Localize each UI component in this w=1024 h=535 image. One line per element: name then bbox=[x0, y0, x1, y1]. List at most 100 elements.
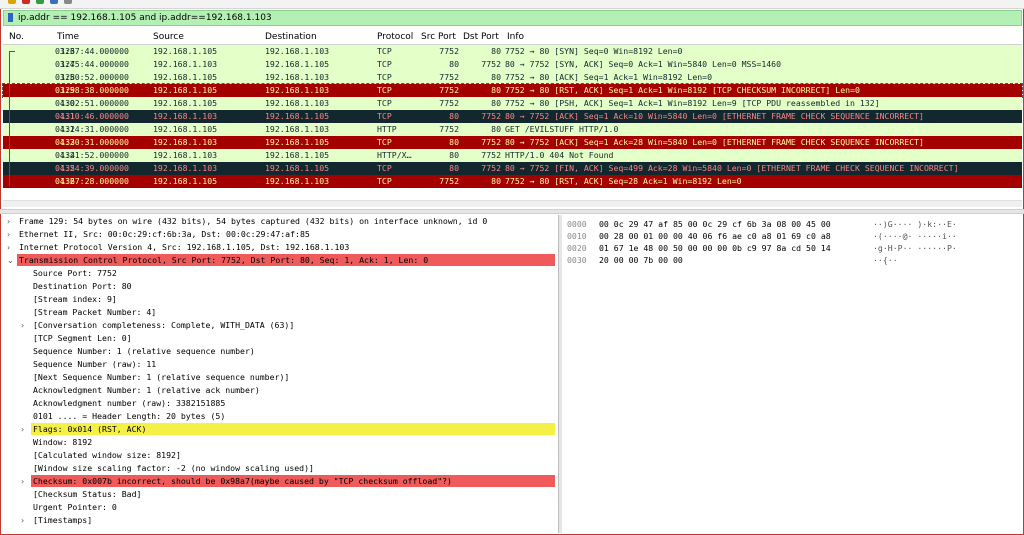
stop-capture-icon[interactable] bbox=[22, 0, 30, 4]
save-icon[interactable] bbox=[50, 0, 58, 4]
detail-row[interactable]: [Checksum Status: Bad] bbox=[3, 488, 558, 501]
detail-row[interactable]: Sequence Number (raw): 11 bbox=[3, 358, 558, 371]
packet-row[interactable]: 128 03:50:52.000000 192.168.1.105 192.168.1… bbox=[3, 71, 1022, 84]
byte-ascii: ·(····@· ·····i·· bbox=[873, 231, 957, 241]
detail-text: Flags: 0x014 (RST, ACK) bbox=[33, 424, 147, 434]
detail-row[interactable]: [Window size scaling factor: -2 (no wind… bbox=[3, 462, 558, 475]
column-header-dst-port[interactable]: Dst Port bbox=[463, 32, 499, 42]
packet-cell-info: 7752 → 80 [ACK] Seq=1 Ack=1 Win=8192 Len… bbox=[505, 72, 713, 82]
byte-row[interactable]: 0020 01 67 1e 48 00 50 00 00 00 0b c9 97 … bbox=[563, 242, 1022, 254]
detail-row[interactable]: [Next Sequence Number: 1 (relative seque… bbox=[3, 371, 558, 384]
detail-row[interactable]: › Internet Protocol Version 4, Src: 192.1… bbox=[3, 241, 558, 254]
detail-text: Source Port: 7752 bbox=[33, 268, 117, 278]
bookmark-icon[interactable] bbox=[8, 13, 13, 22]
packet-row[interactable]: 127 03:45:44.000000 192.168.1.103 192.168.1… bbox=[3, 58, 1022, 71]
packet-row[interactable]: 135 04:24:39.000000 192.168.1.103 192.168.1… bbox=[3, 162, 1022, 175]
packet-cell-dst: 192.168.1.105 bbox=[265, 137, 330, 147]
column-header-time[interactable]: Time bbox=[57, 32, 79, 42]
expand-arrow-icon[interactable]: › bbox=[21, 423, 29, 436]
packet-row[interactable]: 129 03:58:38.000000 192.168.1.105 192.168.1… bbox=[2, 83, 1023, 98]
pane-vertical-splitter[interactable] bbox=[559, 215, 562, 533]
open-icon[interactable] bbox=[8, 0, 16, 4]
packet-cell-src: 192.168.1.105 bbox=[153, 85, 218, 95]
packet-cell-src: 192.168.1.105 bbox=[153, 72, 218, 82]
detail-row[interactable]: Window: 8192 bbox=[3, 436, 558, 449]
detail-row[interactable]: [Calculated window size: 8192] bbox=[3, 449, 558, 462]
packet-cell-dport: 80 bbox=[491, 72, 501, 82]
byte-hex: 00 28 00 01 00 00 40 06 f6 ae c0 a8 01 6… bbox=[599, 231, 831, 241]
packet-cell-dport: 7752 bbox=[481, 163, 501, 173]
packet-cell-sport: 80 bbox=[449, 150, 459, 160]
packet-row[interactable]: 130 04:02:51.000000 192.168.1.105 192.168.1… bbox=[3, 97, 1022, 110]
packet-row[interactable]: 132 04:14:31.000000 192.168.1.105 192.168.1… bbox=[3, 123, 1022, 136]
byte-offset: 0020 bbox=[567, 243, 587, 253]
column-header-protocol[interactable]: Protocol bbox=[377, 32, 413, 42]
detail-text: Window: 8192 bbox=[33, 437, 93, 447]
packet-cell-time: 04:14:31.000000 bbox=[55, 124, 129, 134]
packet-cell-proto: TCP bbox=[377, 72, 392, 82]
detail-row[interactable]: › [Timestamps] bbox=[3, 514, 558, 527]
packet-cell-sport: 7752 bbox=[439, 46, 459, 56]
close-file-icon[interactable] bbox=[64, 0, 72, 4]
byte-row[interactable]: 0010 00 28 00 01 00 00 40 06 f6 ae c0 a8 … bbox=[563, 230, 1022, 242]
column-header-no[interactable]: No. bbox=[9, 32, 24, 42]
detail-row[interactable]: ⌄ Transmission Control Protocol, Src Port… bbox=[3, 254, 558, 267]
packet-cell-proto: HTTP/X… bbox=[377, 150, 412, 160]
byte-row[interactable]: 0030 20 00 00 7b 00 00 ··{·· bbox=[563, 254, 1022, 266]
detail-row[interactable]: Destination Port: 80 bbox=[3, 280, 558, 293]
packet-cell-dst: 192.168.1.103 bbox=[265, 98, 330, 108]
expand-arrow-icon[interactable]: › bbox=[7, 241, 15, 254]
detail-row[interactable]: Acknowledgment number (raw): 3382151885 bbox=[3, 397, 558, 410]
detail-text: Acknowledgment number (raw): 3382151885 bbox=[33, 398, 226, 408]
expand-arrow-icon[interactable]: › bbox=[21, 319, 29, 332]
detail-row[interactable]: › [Conversation completeness: Complete, W… bbox=[3, 319, 558, 332]
packet-row[interactable]: 136 04:27:28.000000 192.168.1.105 192.168.1… bbox=[3, 175, 1022, 188]
byte-row[interactable]: 0000 00 0c 29 47 af 85 00 0c 29 cf 6b 3a … bbox=[563, 218, 1022, 230]
packet-cell-dst: 192.168.1.105 bbox=[265, 59, 330, 69]
packet-row[interactable]: 133 04:20:31.000000 192.168.1.103 192.168.1… bbox=[3, 136, 1022, 149]
restart-capture-icon[interactable] bbox=[36, 0, 44, 4]
column-header-source[interactable]: Source bbox=[153, 32, 184, 42]
packet-cell-sport: 7752 bbox=[439, 72, 459, 82]
detail-row[interactable]: Sequence Number: 1 (relative sequence nu… bbox=[3, 345, 558, 358]
packet-row[interactable]: 134 04:21:52.000000 192.168.1.103 192.168.1… bbox=[3, 149, 1022, 162]
detail-text: Ethernet II, Src: 00:0c:29:cf:6b:3a, Dst… bbox=[19, 229, 310, 239]
packet-cell-sport: 7752 bbox=[439, 85, 459, 95]
detail-text: [Stream index: 9] bbox=[33, 294, 117, 304]
detail-row[interactable]: 0101 .... = Header Length: 20 bytes (5) bbox=[3, 410, 558, 423]
detail-row[interactable]: › Ethernet II, Src: 00:0c:29:cf:6b:3a, Ds… bbox=[3, 228, 558, 241]
packet-cell-dport: 80 bbox=[491, 46, 501, 56]
detail-row[interactable]: Acknowledgment Number: 1 (relative ack n… bbox=[3, 384, 558, 397]
column-header-src-port[interactable]: Src Port bbox=[421, 32, 456, 42]
detail-row[interactable]: [Stream Packet Number: 4] bbox=[3, 306, 558, 319]
packet-cell-time: 04:21:52.000000 bbox=[55, 150, 129, 160]
detail-text: Acknowledgment Number: 1 (relative ack n… bbox=[33, 385, 260, 395]
detail-row[interactable]: › Checksum: 0x007b incorrect, should be 0… bbox=[3, 475, 558, 488]
detail-text: [Conversation completeness: Complete, WI… bbox=[33, 320, 295, 330]
byte-ascii: ··{·· bbox=[873, 255, 898, 265]
column-header-info[interactable]: Info bbox=[507, 32, 524, 42]
column-header-destination[interactable]: Destination bbox=[265, 32, 317, 42]
detail-text: Destination Port: 80 bbox=[33, 281, 132, 291]
packet-list-scrollbar[interactable] bbox=[3, 200, 1022, 207]
display-filter-bar[interactable] bbox=[3, 10, 1022, 26]
packet-list: No. Time Source Destination Protocol Src… bbox=[2, 30, 1023, 188]
expand-arrow-icon[interactable]: › bbox=[7, 215, 15, 228]
packet-list-header: No. Time Source Destination Protocol Src… bbox=[3, 30, 1022, 45]
packet-row[interactable]: 131 04:10:46.000000 192.168.1.103 192.168.1… bbox=[3, 110, 1022, 123]
detail-row[interactable]: › Flags: 0x014 (RST, ACK) bbox=[3, 423, 558, 436]
display-filter-input[interactable] bbox=[18, 11, 1008, 25]
packet-cell-time: 04:20:31.000000 bbox=[55, 137, 129, 147]
collapse-arrow-icon[interactable]: ⌄ bbox=[7, 254, 15, 267]
pane-splitter[interactable] bbox=[0, 209, 1024, 214]
expand-arrow-icon[interactable]: › bbox=[21, 514, 29, 527]
expand-arrow-icon[interactable]: › bbox=[7, 228, 15, 241]
detail-row[interactable]: › Frame 129: 54 bytes on wire (432 bits),… bbox=[3, 215, 558, 228]
detail-row[interactable]: Source Port: 7752 bbox=[3, 267, 558, 280]
packet-row[interactable]: 126 03:37:44.000000 192.168.1.105 192.168.1… bbox=[3, 45, 1022, 58]
detail-row[interactable]: [TCP Segment Len: 0] bbox=[3, 332, 558, 345]
detail-row[interactable]: Urgent Pointer: 0 bbox=[3, 501, 558, 514]
expand-arrow-icon[interactable]: › bbox=[21, 475, 29, 488]
packet-cell-src: 192.168.1.105 bbox=[153, 98, 218, 108]
detail-row[interactable]: [Stream index: 9] bbox=[3, 293, 558, 306]
